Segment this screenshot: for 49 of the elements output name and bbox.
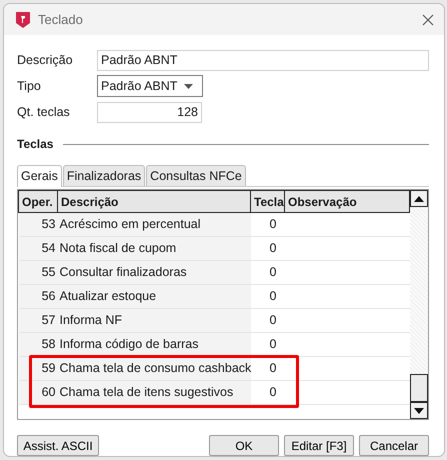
table-cell: 60: [42, 385, 56, 400]
table-cell: 56: [42, 289, 56, 304]
column-header[interactable]: Tecla: [250, 190, 284, 212]
table-cell: Informa NF: [60, 313, 122, 328]
table-cell: Chama tela de itens sugestivos: [60, 385, 234, 400]
table-cell: 53: [42, 217, 56, 232]
dropdown-arrow-icon: [184, 84, 193, 88]
table-cell: 0: [270, 265, 276, 280]
table-cell: 59: [42, 361, 56, 376]
table-cell: 0: [270, 217, 276, 232]
field-label: Qt. teclas: [17, 104, 71, 121]
field-label: Tipo: [17, 78, 42, 95]
app-icon: [16, 12, 30, 28]
table-cell: Consultar finalizadoras: [60, 265, 187, 280]
number-field[interactable]: 128: [97, 102, 202, 122]
dialog-button[interactable]: OK: [209, 435, 279, 456]
table-cell: 55: [42, 265, 56, 280]
field-label: Descrição: [17, 52, 74, 69]
column-header[interactable]: Descrição: [58, 190, 250, 212]
dialog-button[interactable]: Cancelar: [359, 435, 429, 456]
table-cell: Chama tela de consumo cashback: [60, 361, 252, 376]
scroll-up-icon[interactable]: [414, 196, 424, 202]
table-cell: 0: [270, 361, 276, 376]
tab[interactable]: Finalizadoras: [62, 165, 146, 186]
table-cell: 0: [270, 385, 276, 400]
table-cell: 0: [270, 241, 276, 256]
scroll-down-icon[interactable]: [414, 408, 424, 414]
table-cell: 0: [270, 337, 276, 352]
close-icon[interactable]: [422, 14, 434, 26]
tab[interactable]: Gerais: [17, 165, 62, 187]
ascii-button[interactable]: Assist. ASCII: [17, 435, 99, 456]
column-header[interactable]: Observação: [284, 190, 410, 212]
column-header[interactable]: Oper.: [18, 190, 58, 212]
table-cell: Informa código de barras: [60, 337, 198, 352]
section-title: Teclas: [17, 136, 54, 153]
dialog-button[interactable]: Editar [F3]: [284, 435, 354, 456]
table-cell: Atualizar estoque: [60, 289, 156, 304]
dropdown[interactable]: Padrão ABNT: [97, 75, 203, 97]
tab[interactable]: Consultas NFCe: [146, 165, 246, 186]
table-cell: Nota fiscal de cupom: [60, 241, 176, 256]
text-field[interactable]: Padrão ABNT: [97, 50, 429, 70]
table-cell: 57: [42, 313, 56, 328]
scrollbar-thumb[interactable]: [410, 374, 428, 402]
table-cell: 0: [270, 289, 276, 304]
window-title: Teclado: [38, 10, 83, 29]
table-cell: Acréscimo em percentual: [60, 217, 201, 232]
table-cell: 54: [42, 241, 56, 256]
table-cell: 0: [270, 313, 276, 328]
table-cell: 58: [42, 337, 56, 352]
